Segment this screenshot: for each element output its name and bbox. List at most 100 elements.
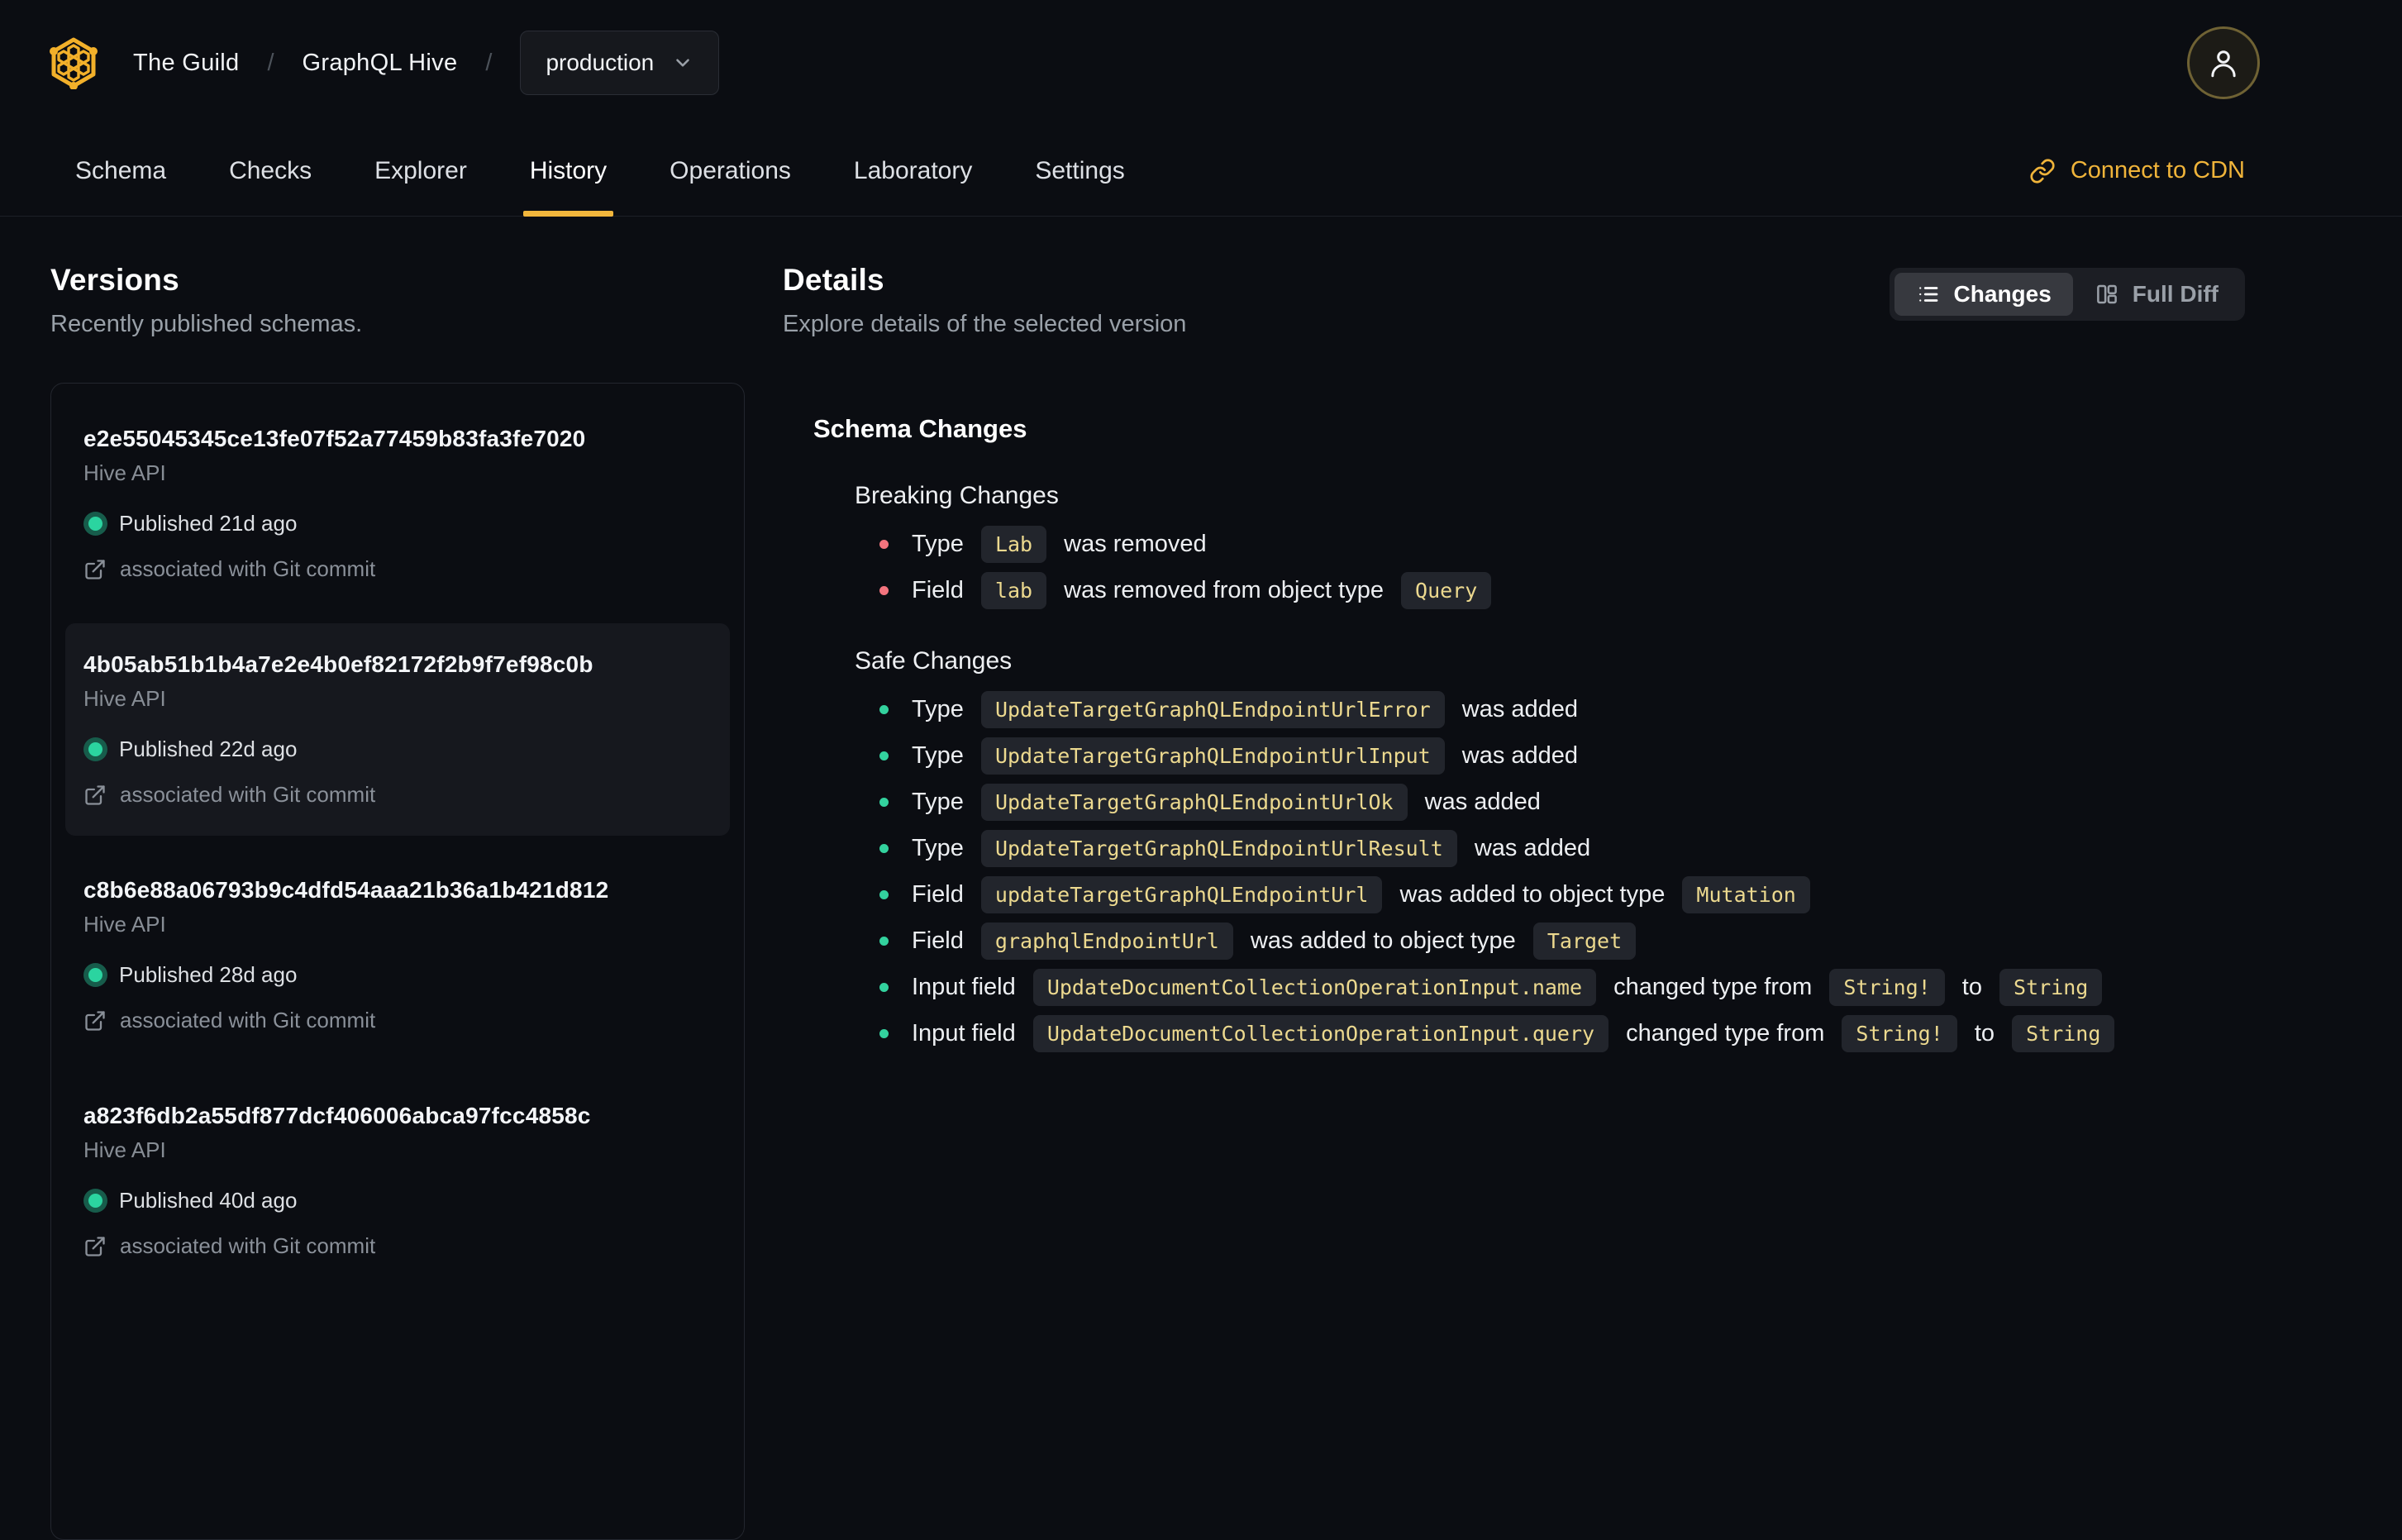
tab-operations[interactable]: Operations: [670, 126, 791, 216]
safe-bullet-icon: [879, 751, 889, 760]
change-row: Type UpdateTargetGraphQLEndpointUrlInput…: [855, 737, 2245, 775]
version-git-label: associated with Git commit: [120, 556, 376, 581]
safe-changes-title: Safe Changes: [855, 647, 1013, 675]
details-header: Details Explore details of the selected …: [783, 263, 2245, 338]
full-diff-toggle-label: Full Diff: [2132, 281, 2219, 307]
change-row: Field graphqlEndpointUrl was added to ob…: [855, 922, 2245, 960]
breaking-bullet-icon: [879, 539, 889, 549]
change-text: to: [1967, 1019, 2002, 1047]
change-row: Field updateTargetGraphQLEndpointUrl was…: [855, 875, 2245, 913]
version-status: Published 40d ago: [83, 1188, 712, 1213]
version-git-label: associated with Git commit: [120, 1008, 376, 1032]
tab-settings[interactable]: Settings: [1035, 126, 1124, 216]
schema-changes-title: Schema Changes: [813, 414, 1027, 443]
change-text: Field: [912, 927, 970, 954]
change-text: to: [1955, 973, 1990, 1000]
tab-bar: Schema Checks Explorer History Operation…: [0, 126, 2402, 217]
version-hash: a823f6db2a55df877dcf406006abca97fcc4858c: [83, 1103, 591, 1128]
change-text: changed type from: [1619, 1019, 1832, 1047]
version-card[interactable]: a823f6db2a55df877dcf406006abca97fcc4858c…: [65, 1075, 730, 1287]
tab-explorer[interactable]: Explorer: [374, 126, 467, 216]
hive-logo-icon[interactable]: [47, 36, 100, 89]
versions-panel: Versions Recently published schemas. e2e…: [50, 263, 745, 1540]
version-list: e2e55045345ce13fe07f52a77459b83fa3fe7020…: [50, 383, 745, 1540]
target-selector-value: production: [546, 50, 655, 75]
change-text: Field: [912, 880, 970, 908]
status-dot-icon: [88, 1194, 102, 1208]
change-text: was added to object type: [1243, 927, 1523, 954]
user-icon: [2211, 50, 2236, 78]
safe-bullet-icon: [879, 843, 889, 853]
version-git-link[interactable]: associated with Git commit: [83, 556, 712, 582]
tab-checks[interactable]: Checks: [229, 126, 312, 216]
safe-bullet-icon: [879, 936, 889, 946]
external-link-icon: [85, 1010, 105, 1031]
version-hash: c8b6e88a06793b9c4dfd54aaa21b36a1b421d812: [83, 877, 609, 903]
user-menu-button[interactable]: [2187, 26, 2260, 99]
version-card-selected[interactable]: 4b05ab51b1b4a7e2e4b0ef82172f2b9f7ef98c0b…: [65, 623, 730, 836]
code-badge: String: [1999, 968, 2103, 1006]
changes-toggle-button[interactable]: Changes: [1894, 273, 2073, 316]
version-git-link[interactable]: associated with Git commit: [83, 782, 712, 808]
code-badge: graphqlEndpointUrl: [980, 922, 1233, 960]
version-service: Hive API: [83, 912, 166, 937]
link-icon: [2030, 158, 2055, 184]
version-status-label: Published 22d ago: [119, 737, 298, 761]
tab-laboratory[interactable]: Laboratory: [854, 126, 972, 216]
status-dot-icon: [88, 968, 102, 982]
main-content: Versions Recently published schemas. e2e…: [0, 217, 2402, 1540]
change-text: was added: [1418, 788, 1541, 815]
breadcrumb: The Guild / GraphQL Hive / production: [133, 31, 720, 95]
full-diff-toggle-button[interactable]: Full Diff: [2073, 273, 2240, 316]
columns-icon: [2096, 284, 2117, 304]
change-text: was added: [1455, 741, 1579, 769]
external-link-icon: [85, 1236, 105, 1256]
version-service: Hive API: [83, 1137, 166, 1162]
change-row: Field lab was removed from object type Q…: [855, 571, 2245, 609]
code-badge: UpdateTargetGraphQLEndpointUrlInput: [980, 737, 1445, 775]
safe-bullet-icon: [879, 1028, 889, 1038]
connect-to-cdn-button[interactable]: Connect to CDN: [2029, 126, 2245, 216]
status-dot-icon: [88, 742, 102, 756]
safe-bullet-icon: [879, 889, 889, 899]
tab-history[interactable]: History: [522, 126, 614, 217]
version-card[interactable]: c8b6e88a06793b9c4dfd54aaa21b36a1b421d812…: [65, 849, 730, 1061]
version-status-label: Published 40d ago: [119, 1188, 298, 1213]
code-badge: Mutation: [1682, 875, 1810, 913]
code-badge: UpdateTargetGraphQLEndpointUrlError: [980, 690, 1445, 728]
code-badge: String: [2012, 1014, 2115, 1052]
target-selector-dropdown[interactable]: production: [520, 31, 720, 95]
safe-bullet-icon: [879, 982, 889, 992]
version-service: Hive API: [83, 686, 166, 711]
view-toggle-group: Changes Full Diff: [1889, 268, 2245, 321]
safe-bullet-icon: [879, 797, 889, 807]
version-git-link[interactable]: associated with Git commit: [83, 1233, 712, 1259]
code-badge: String!: [1829, 968, 1945, 1006]
breaking-changes-list: Type Lab was removed Field lab was remov…: [855, 525, 2245, 609]
change-text: was added: [1455, 695, 1579, 722]
version-card[interactable]: e2e55045345ce13fe07f52a77459b83fa3fe7020…: [65, 398, 730, 610]
version-hash: e2e55045345ce13fe07f52a77459b83fa3fe7020: [83, 426, 586, 451]
connect-to-cdn-label: Connect to CDN: [2070, 157, 2245, 184]
change-text: Input field: [912, 973, 1022, 1000]
breadcrumb-separator: /: [267, 49, 274, 76]
status-dot-icon: [88, 517, 102, 531]
change-text: was added: [1467, 834, 1591, 861]
details-title: Details: [783, 263, 884, 297]
change-text: was removed from object type: [1057, 576, 1391, 603]
version-service: Hive API: [83, 460, 166, 485]
safe-bullet-icon: [879, 704, 889, 714]
version-status: Published 22d ago: [83, 737, 712, 762]
changes-toggle-label: Changes: [1953, 281, 2052, 307]
change-text: Type: [912, 741, 970, 769]
change-row: Type UpdateTargetGraphQLEndpointUrlOk wa…: [855, 783, 2245, 821]
tab-schema[interactable]: Schema: [75, 126, 166, 216]
change-row: Input field UpdateDocumentCollectionOper…: [855, 968, 2245, 1006]
version-git-label: associated with Git commit: [120, 1233, 376, 1258]
list-icon: [1918, 287, 1937, 302]
breadcrumb-project[interactable]: GraphQL Hive: [303, 50, 458, 77]
code-badge: UpdateDocumentCollectionOperationInput.n…: [1032, 968, 1597, 1006]
version-git-link[interactable]: associated with Git commit: [83, 1008, 712, 1033]
breadcrumb-separator: /: [485, 49, 493, 76]
breadcrumb-org[interactable]: The Guild: [133, 50, 239, 77]
